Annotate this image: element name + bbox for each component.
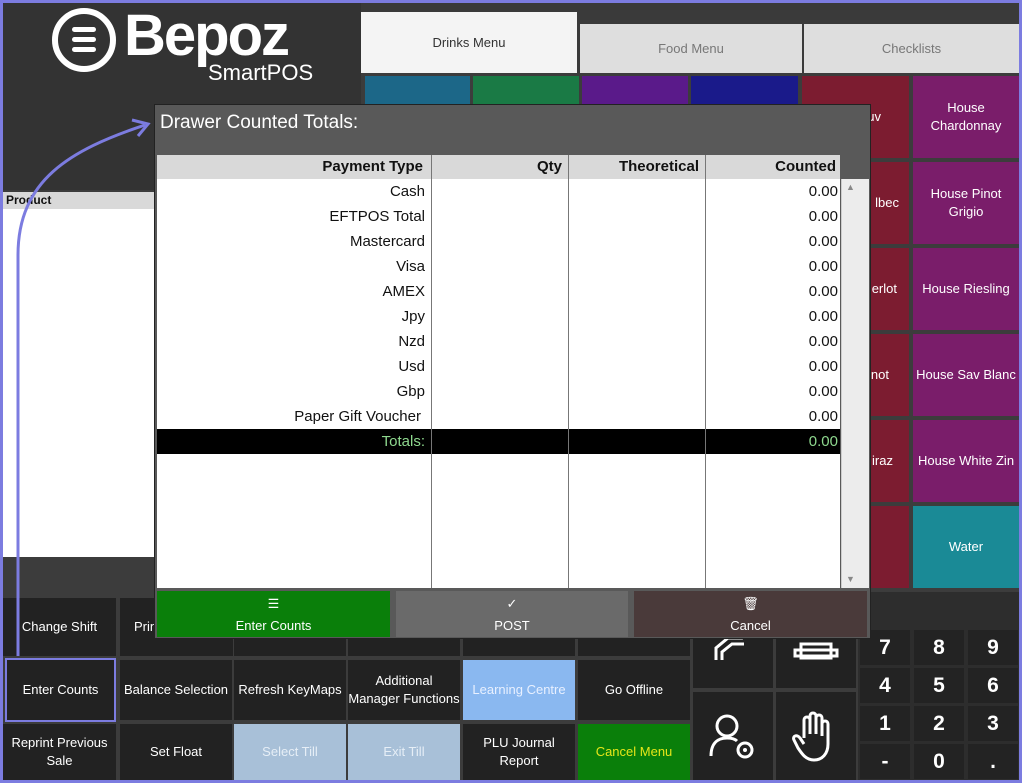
payment-type-cell[interactable]: Nzd <box>157 329 425 354</box>
dialog-title: Drawer Counted Totals: <box>160 112 359 133</box>
set-float-button[interactable]: Set Float <box>120 724 232 780</box>
payment-type-cell[interactable]: Usd <box>157 354 425 379</box>
column-divider <box>705 155 706 588</box>
counted-cell[interactable]: 0.00 <box>706 204 838 229</box>
product-list[interactable] <box>3 209 155 557</box>
hand-stop-icon-button[interactable] <box>776 692 856 780</box>
payment-type-cell[interactable]: Mastercard <box>157 229 425 254</box>
select-till-button[interactable]: Select Till <box>234 724 346 780</box>
tile-label: House White Zin <box>917 453 1015 468</box>
dialog-enter-counts-button[interactable]: ☰ Enter Counts <box>157 591 390 637</box>
plu-journal-report-button[interactable]: PLU Journal Report <box>463 724 575 780</box>
tile-label: not <box>870 367 889 382</box>
keypad-key[interactable]: 1 <box>860 706 910 741</box>
counted-cell[interactable]: 0.00 <box>706 279 838 304</box>
column-divider <box>568 155 569 588</box>
keypad-key[interactable]: 3 <box>968 706 1018 741</box>
payment-type-cell[interactable]: Gbp <box>157 379 425 404</box>
go-offline-button[interactable]: Go Offline <box>578 660 690 720</box>
balance-selection-button[interactable]: Balance Selection <box>120 660 232 720</box>
column-header-counted[interactable]: Counted <box>706 155 836 179</box>
learning-centre-button[interactable]: Learning Centre <box>463 660 575 720</box>
list-icon: ☰ <box>267 595 280 611</box>
tile-water[interactable]: Water <box>913 506 1019 588</box>
payment-type-cell[interactable]: EFTPOS Total <box>157 204 425 229</box>
menu-tile[interactable] <box>582 76 688 106</box>
tile-label: Water <box>948 539 984 554</box>
user-settings-icon-button[interactable] <box>693 692 773 780</box>
dialog-post-button[interactable]: ✓ POST <box>396 591 628 637</box>
payment-type-cell[interactable]: Visa <box>157 254 425 279</box>
scroll-up-icon[interactable]: ▲ <box>846 182 855 192</box>
payment-type-cell[interactable]: Paper Gift Voucher <box>157 404 421 429</box>
menu-tile[interactable] <box>691 76 798 106</box>
tab-checklists[interactable]: Checklists <box>804 24 1019 73</box>
keypad-key[interactable]: 5 <box>914 668 964 703</box>
keypad-key[interactable]: 6 <box>968 668 1018 703</box>
keypad-key[interactable]: 2 <box>914 706 964 741</box>
keypad-key[interactable]: 9 <box>968 630 1018 665</box>
reprint-previous-sale-button[interactable]: Reprint Previous Sale <box>3 724 116 780</box>
tile-label: House Chardonnay <box>930 100 1002 133</box>
dialog-cancel-button[interactable]: 🗑 Cancel <box>634 591 867 637</box>
column-header-qty[interactable]: Qty <box>432 155 562 179</box>
trash-icon: 🗑 <box>742 595 759 611</box>
hand-stop-icon <box>792 711 830 762</box>
column-divider <box>431 155 432 588</box>
cancel-menu-button[interactable]: Cancel Menu <box>578 724 690 780</box>
tile-label: House Sav Blanc <box>916 367 1016 382</box>
counted-cell[interactable]: 0.00 <box>706 254 838 279</box>
tab-drinks-menu[interactable]: Drinks Menu <box>361 12 577 73</box>
tile-label: House Riesling <box>922 281 1010 296</box>
tile-label: House Pinot Grigio <box>930 186 1002 219</box>
vertical-scrollbar[interactable] <box>841 179 869 588</box>
user-settings-icon <box>709 714 754 759</box>
tile-house-sav-blanc[interactable]: House Sav Blanc <box>913 334 1019 416</box>
brand-subtitle: SmartPOS <box>208 60 314 85</box>
button-label: POST <box>494 617 530 633</box>
exit-till-button[interactable]: Exit Till <box>348 724 460 780</box>
additional-manager-functions-button[interactable]: Additional Manager Functions <box>348 660 460 720</box>
keypad-key[interactable]: . <box>968 744 1018 779</box>
change-shift-button[interactable]: Change Shift <box>3 598 116 656</box>
tile-house-pinot-grigio[interactable]: House Pinot Grigio <box>913 162 1019 244</box>
scroll-down-icon[interactable]: ▼ <box>846 574 855 584</box>
tile-house-white-zin[interactable]: House White Zin <box>913 420 1019 502</box>
column-header-theoretical[interactable]: Theoretical <box>569 155 699 179</box>
payment-type-cell[interactable]: AMEX <box>157 279 425 304</box>
keypad-key[interactable]: 0 <box>914 744 964 779</box>
menu-icon[interactable] <box>52 8 116 72</box>
column-header-payment-type[interactable]: Payment Type <box>157 155 423 179</box>
menu-tile[interactable] <box>365 76 470 106</box>
totals-label: Totals: <box>381 433 425 450</box>
refresh-keymaps-button[interactable]: Refresh KeyMaps <box>234 660 346 720</box>
tile-house-chardonnay[interactable]: House Chardonnay <box>913 76 1019 158</box>
counted-cell[interactable]: 0.00 <box>706 404 838 429</box>
tile-label: iraz <box>872 453 893 468</box>
menu-tile[interactable] <box>473 76 579 106</box>
tile-label: erlot <box>871 281 897 296</box>
totals-counted-value: 0.00 <box>808 433 838 450</box>
counted-cell[interactable]: 0.00 <box>706 379 838 404</box>
tile-house-riesling[interactable]: House Riesling <box>913 248 1019 330</box>
keypad-key[interactable]: 8 <box>914 630 964 665</box>
counted-cell[interactable]: 0.00 <box>706 329 838 354</box>
payment-type-cell[interactable]: Cash <box>157 179 425 204</box>
counted-cell[interactable]: 0.00 <box>706 354 838 379</box>
brand-logo: Bepoz <box>124 3 290 68</box>
counted-cell[interactable]: 0.00 <box>706 304 838 329</box>
keypad-key[interactable]: - <box>860 744 910 779</box>
tab-food-menu[interactable]: Food Menu <box>580 24 802 73</box>
check-icon: ✓ <box>506 595 518 611</box>
payment-type-cell[interactable]: Jpy <box>157 304 425 329</box>
tile-label: lbec <box>875 195 899 210</box>
button-label: Cancel <box>730 617 771 633</box>
keypad-key[interactable]: 4 <box>860 668 910 703</box>
enter-counts-button[interactable]: Enter Counts <box>5 658 116 722</box>
button-label: Enter Counts <box>235 617 312 633</box>
counted-cell[interactable]: 0.00 <box>706 179 838 204</box>
product-column-header: Product <box>3 192 155 209</box>
counted-cell[interactable]: 0.00 <box>706 229 838 254</box>
